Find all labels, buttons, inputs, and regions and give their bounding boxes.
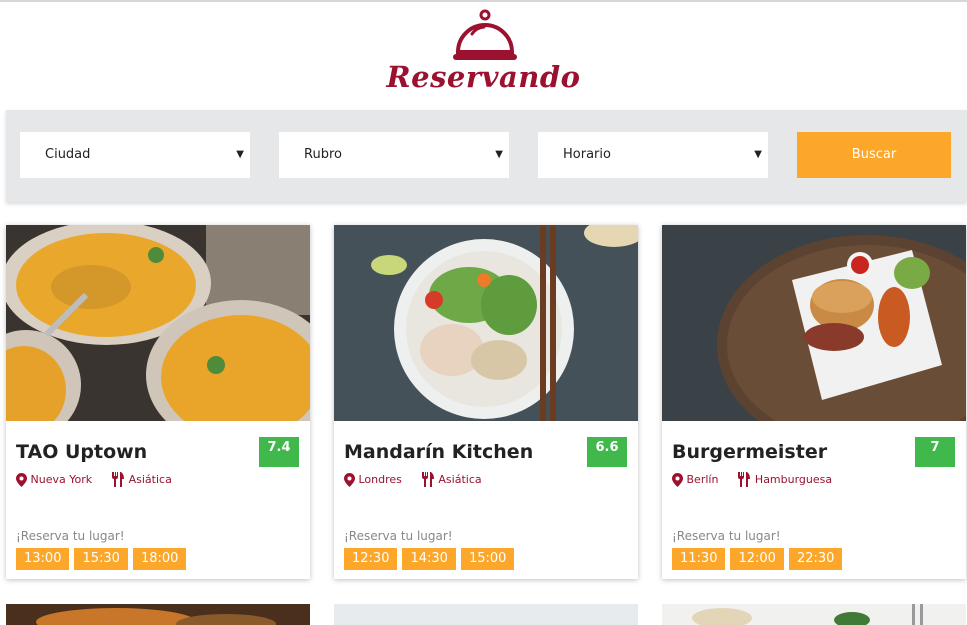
search-bar: Ciudad ▼ Rubro ▼ Horario ▼ Buscar: [6, 110, 967, 202]
restaurant-card[interactable]: TAO Uptown 7.4 Nueva York Asiática ¡Rese…: [6, 225, 310, 579]
fork-knife-icon: [421, 472, 434, 487]
caret-down-icon: ▼: [495, 149, 503, 160]
map-pin-icon: [672, 472, 683, 487]
rubro-select-label: Rubro: [304, 147, 342, 162]
restaurant-photo[interactable]: [334, 225, 638, 421]
restaurant-photo[interactable]: [6, 225, 310, 421]
caret-down-icon: ▼: [754, 149, 762, 160]
time-slot-button[interactable]: 13:00: [16, 548, 70, 570]
time-slot-button[interactable]: 15:30: [74, 548, 128, 570]
time-slot-button[interactable]: 12:30: [344, 548, 398, 570]
cloche-icon: [453, 9, 517, 60]
map-pin-icon: [16, 472, 27, 487]
restaurant-card-partial[interactable]: [334, 604, 638, 625]
brand-name: Reservando: [386, 60, 581, 94]
hour-select[interactable]: Horario ▼: [538, 132, 768, 178]
restaurant-card-partial[interactable]: [6, 604, 310, 625]
restaurant-category: Asiática: [128, 473, 172, 486]
rating-badge: 6.6: [587, 437, 627, 467]
restaurant-city: Nueva York: [30, 473, 93, 486]
reserve-label: ¡Reserva tu lugar!: [344, 529, 453, 543]
restaurant-name[interactable]: Burgermeister: [672, 441, 827, 463]
fork-knife-icon: [738, 472, 751, 487]
time-slot-button[interactable]: 12:00: [730, 548, 784, 570]
city-select[interactable]: Ciudad ▼: [20, 132, 250, 178]
restaurant-name[interactable]: Mandarín Kitchen: [344, 441, 533, 463]
restaurant-meta: Londres Asiática: [344, 472, 482, 487]
city-select-label: Ciudad: [45, 147, 91, 162]
caret-down-icon: ▼: [236, 149, 244, 160]
time-slot-button[interactable]: 18:00: [132, 548, 187, 570]
top-border: [0, 0, 967, 2]
restaurant-card[interactable]: Burgermeister 7 Berlín Hamburguesa ¡Rese…: [662, 225, 966, 579]
time-slot-button[interactable]: 14:30: [402, 548, 456, 570]
time-slot-button[interactable]: 11:30: [672, 548, 726, 570]
restaurant-category: Asiática: [438, 473, 482, 486]
restaurant-meta: Nueva York Asiática: [16, 472, 172, 487]
restaurant-city: Berlín: [686, 473, 719, 486]
restaurant-card[interactable]: Mandarín Kitchen 6.6 Londres Asiática ¡R…: [334, 225, 638, 579]
time-slots: 13:00 15:30 18:00: [16, 547, 191, 570]
rating-badge: 7: [915, 437, 955, 467]
rating-badge: 7.4: [259, 437, 299, 467]
restaurant-category: Hamburguesa: [754, 473, 833, 486]
map-pin-icon: [344, 472, 355, 487]
time-slots: 11:30 12:00 22:30: [672, 547, 847, 570]
brand-logo[interactable]: Reservando: [0, 8, 967, 100]
time-slot-button[interactable]: 22:30: [788, 548, 843, 570]
hour-select-label: Horario: [563, 147, 611, 162]
reserve-label: ¡Reserva tu lugar!: [672, 529, 781, 543]
fork-knife-icon: [112, 472, 125, 487]
search-button[interactable]: Buscar: [797, 132, 951, 178]
restaurant-name[interactable]: TAO Uptown: [16, 441, 147, 463]
time-slots: 12:30 14:30 15:00: [344, 547, 519, 570]
reserve-label: ¡Reserva tu lugar!: [16, 529, 125, 543]
restaurant-card-partial[interactable]: [662, 604, 966, 625]
time-slot-button[interactable]: 15:00: [460, 548, 515, 570]
restaurant-photo[interactable]: [662, 225, 966, 421]
restaurant-meta: Berlín Hamburguesa: [672, 472, 832, 487]
restaurant-city: Londres: [358, 473, 402, 486]
rubro-select[interactable]: Rubro ▼: [279, 132, 509, 178]
